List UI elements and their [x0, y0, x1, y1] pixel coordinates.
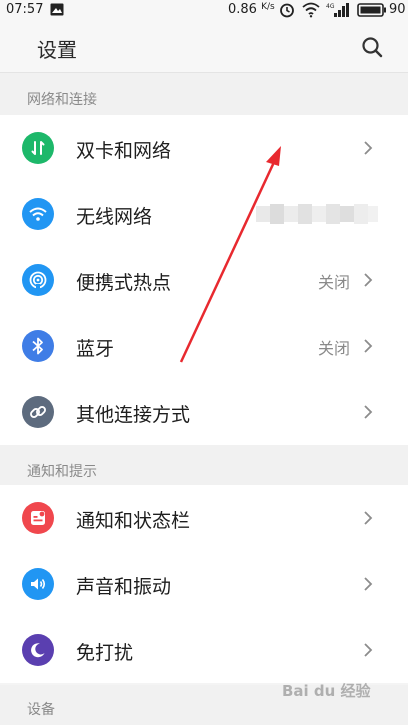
app-header: 设置 — [0, 22, 408, 73]
alarm-icon — [280, 3, 294, 18]
network-speed-unit: K/s — [261, 2, 275, 12]
link-icon — [22, 396, 54, 428]
sound-icon — [22, 568, 54, 600]
setting-label: 无线网络 — [76, 206, 153, 228]
setting-label: 声音和振动 — [76, 576, 172, 598]
wifi-icon — [22, 198, 54, 230]
setting-label: 双卡和网络 — [76, 140, 172, 162]
chevron-right-icon — [364, 511, 373, 525]
setting-do-not-disturb[interactable]: 免打扰 — [0, 617, 408, 683]
setting-wireless-network[interactable]: 无线网络 — [0, 181, 408, 247]
network-speed: 0.86 K/s — [228, 2, 275, 17]
setting-notifications-status-bar[interactable]: 通知和状态栏 — [0, 485, 408, 551]
setting-label: 蓝牙 — [76, 338, 115, 360]
section-title-notifications: 通知和提示 — [27, 464, 97, 480]
hotspot-status: 关闭 — [317, 273, 350, 292]
chevron-right-icon — [364, 405, 373, 419]
network-settings-group: 双卡和网络 无线网络 便携式热点 关闭 蓝牙 关闭 其他连接方式 — [0, 115, 408, 445]
chevron-right-icon — [364, 273, 373, 287]
hotspot-icon — [22, 264, 54, 296]
section-header-network: 网络和连接 — [0, 73, 408, 115]
page-title: 设置 — [37, 38, 77, 62]
section-header-notifications: 通知和提示 — [0, 445, 408, 487]
setting-label: 免打扰 — [76, 642, 134, 664]
setting-sound-vibration[interactable]: 声音和振动 — [0, 551, 408, 617]
setting-portable-hotspot[interactable]: 便携式热点 关闭 — [0, 247, 408, 313]
search-icon[interactable] — [360, 35, 384, 59]
setting-label: 便携式热点 — [76, 272, 172, 294]
notification-icon — [22, 502, 54, 534]
baidu-watermark: Bai du 经验 — [282, 682, 371, 700]
battery-icon — [357, 3, 386, 17]
notification-settings-group: 通知和状态栏 声音和振动 免打扰 — [0, 485, 408, 683]
bluetooth-status: 关闭 — [317, 339, 350, 358]
wifi-status-icon — [302, 2, 320, 18]
network-speed-value: 0.86 — [228, 2, 257, 17]
dual-sim-icon — [22, 132, 54, 164]
setting-label: 其他连接方式 — [76, 404, 191, 426]
status-time: 07:57 — [6, 2, 44, 17]
status-bar: 07:57 0.86 K/s 4G 90 — [0, 0, 408, 22]
setting-bluetooth[interactable]: 蓝牙 关闭 — [0, 313, 408, 379]
image-notification-icon — [50, 3, 64, 16]
svg-text:4G: 4G — [326, 3, 335, 10]
setting-other-connections[interactable]: 其他连接方式 — [0, 379, 408, 445]
setting-label: 通知和状态栏 — [76, 510, 191, 532]
settings-screen: 07:57 0.86 K/s 4G 90 设置 网络和连接 双卡和网络 无线网络… — [0, 0, 408, 725]
signal-4g-icon: 4G — [326, 3, 349, 17]
chevron-right-icon — [364, 339, 373, 353]
chevron-right-icon — [364, 643, 373, 657]
blurred-network-name — [256, 204, 378, 224]
setting-dual-sim-network[interactable]: 双卡和网络 — [0, 115, 408, 181]
battery-level: 90 — [389, 2, 406, 17]
chevron-right-icon — [364, 141, 373, 155]
chevron-right-icon — [364, 577, 373, 591]
bluetooth-icon — [22, 330, 54, 362]
moon-icon — [22, 634, 54, 666]
section-title-device: 设备 — [27, 702, 55, 718]
section-title-network: 网络和连接 — [27, 92, 97, 108]
